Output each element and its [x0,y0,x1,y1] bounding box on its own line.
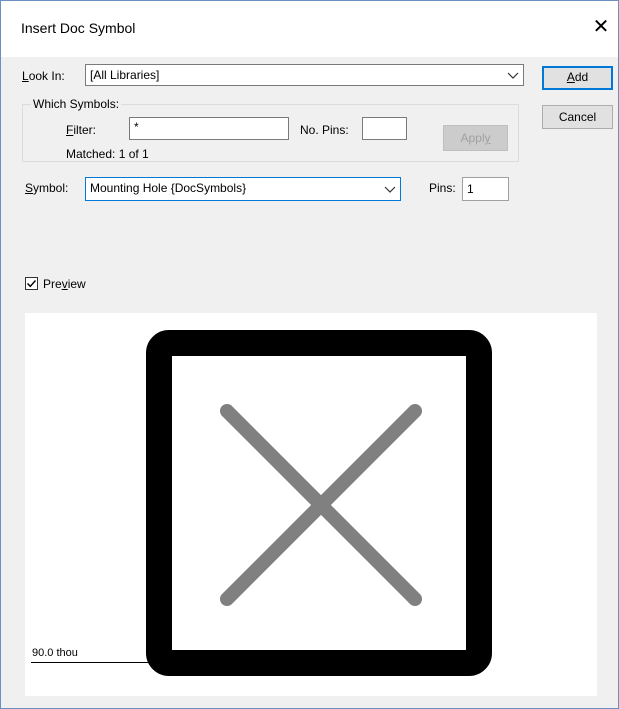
close-icon[interactable]: ✕ [584,11,618,41]
chevron-down-icon [384,186,396,193]
scale-bar [31,662,314,663]
filter-label-text: ilter: [73,123,97,137]
symbol-label: Symbol: [25,181,68,195]
look-in-label: Look In: [22,69,65,83]
which-symbols-title: Which Symbols: [31,97,122,111]
add-button-mnemonic: A [566,70,575,84]
symbol-label-mnemonic: S [25,181,34,195]
filter-label: Filter: [66,123,96,137]
look-in-dropdown[interactable]: [All Libraries] [85,64,524,86]
preview-label-end: iew [67,277,86,291]
symbol-dropdown[interactable]: Mounting Hole {DocSymbols} [85,177,401,201]
look-in-label-mnemonic: L [22,69,29,83]
scale-label: 90.0 thou [32,647,78,659]
matched-count: Matched: 1 of 1 [66,147,149,161]
filter-value: * [134,120,139,134]
look-in-value: [All Libraries] [90,68,160,82]
preview-checkbox[interactable] [25,277,38,290]
pins-label: Pins: [429,181,456,195]
apply-button-mnemonic: y [484,131,491,145]
preview-label[interactable]: Preview [43,277,86,291]
symbol-value: Mounting Hole {DocSymbols} [90,181,247,195]
preview-label-start: Pre [43,277,62,291]
add-button[interactable]: Add [542,66,613,90]
mounting-hole-symbol [146,330,492,676]
look-in-label-text: ook In: [28,69,65,83]
apply-button[interactable]: Apply [443,125,508,151]
chevron-down-icon [507,72,519,79]
insert-doc-symbol-dialog: Insert Doc Symbol ✕ Look In: [All Librar… [0,0,619,709]
filter-input[interactable]: * [129,117,289,140]
add-button-label: dd [574,70,589,84]
symbol-label-text: ymbol: [33,181,69,195]
no-pins-label: No. Pins: [300,123,349,137]
pins-value-field: 1 [462,177,509,201]
no-pins-input[interactable] [362,117,407,140]
check-icon [27,280,37,288]
title-bar: Insert Doc Symbol ✕ [1,1,618,57]
apply-button-label: Appl [460,131,485,145]
symbol-preview-area: 90.0 thou [25,313,597,696]
dialog-title: Insert Doc Symbol [21,20,136,36]
pins-value: 1 [467,182,474,196]
cancel-button[interactable]: Cancel [542,105,613,129]
